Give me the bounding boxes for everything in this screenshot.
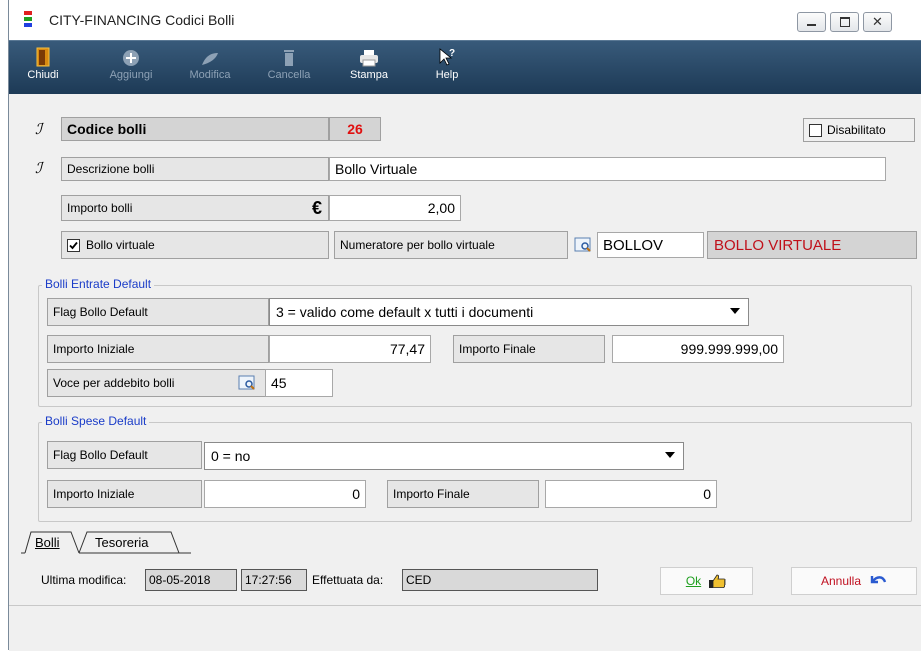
codice-bolli-value: 26 [329,117,381,141]
euro-icon: € [311,197,322,218]
add-icon [123,50,139,66]
maximize-button[interactable] [830,12,859,32]
chevron-down-icon[interactable] [730,308,740,314]
numeratore-label: Numeratore per bollo virtuale [334,231,568,259]
toolbar-aggiungi-label: Aggiungi [109,69,153,81]
effettuata-da-user: CED [402,569,598,591]
tab-tesoreria[interactable]: Tesoreria [95,535,148,550]
toolbar-cancella-button[interactable]: Cancella [263,45,315,81]
spese-flag-value: 0 = no [211,448,251,464]
close-button[interactable]: ✕ [863,12,892,32]
annulla-button[interactable]: Annulla [791,567,917,595]
entrate-importo-finale-input[interactable]: 999.999.999,00 [612,335,784,363]
thumbs-up-icon [709,574,726,588]
bolli-entrate-title: Bolli Entrate Default [42,277,155,291]
disabilitato-checkbox[interactable]: Disabilitato [803,118,915,142]
trash-icon [284,50,294,66]
importo-bolli-label-text: Importo bolli [67,201,133,215]
toolbar: Chiudi Aggiungi Modifica Cancella Stampa… [9,40,921,94]
toolbar-modifica-label: Modifica [189,69,231,81]
spese-importo-finale-label: Importo Finale [387,480,539,508]
toolbar-modifica-button[interactable]: Modifica [185,45,235,81]
spese-flag-select[interactable]: 0 = no [204,442,684,470]
toolbar-help-label: Help [435,69,459,81]
chevron-down-icon[interactable] [665,452,675,458]
importo-bolli-label: Importo bolli € [61,195,329,221]
main-window: CITY-FINANCING Codici Bolli ✕ Chiudi Agg… [8,0,921,651]
bollo-virtuale-check-icon[interactable] [67,238,80,252]
close-icon: ✕ [872,14,883,29]
spese-importo-finale-input[interactable]: 0 [545,480,717,508]
disabilitato-label: Disabilitato [827,123,886,137]
required-pen-icon: ℐ [35,120,43,138]
disabilitato-checkbox-box[interactable] [809,123,822,137]
numeratore-code-input[interactable]: BOLLOV [597,232,704,258]
entrate-flag-label: Flag Bollo Default [47,298,269,326]
maximize-icon [839,17,850,27]
entrate-voce-input[interactable]: 45 [265,369,333,397]
toolbar-chiudi-label: Chiudi [27,69,59,81]
bollo-virtuale-checkbox[interactable]: Bollo virtuale [61,231,329,259]
toolbar-stampa-button[interactable]: Stampa [345,45,393,81]
spese-flag-label: Flag Bollo Default [47,441,202,469]
spese-importo-iniziale-input[interactable]: 0 [204,480,366,508]
spese-importo-iniziale-label: Importo Iniziale [47,480,202,508]
entrate-voce-lookup-button[interactable] [235,372,259,394]
ultima-modifica-label: Ultima modifica: [41,573,127,587]
codice-bolli-label: Codice bolli [61,117,329,141]
ultima-modifica-time: 17:27:56 [241,569,307,591]
help-cursor-icon: ? [439,48,455,66]
bollo-virtuale-label: Bollo virtuale [86,238,155,252]
ultima-modifica-date: 08-05-2018 [145,569,237,591]
numeratore-description: BOLLO VIRTUALE [707,231,917,259]
title-bar: CITY-FINANCING Codici Bolli ✕ [9,0,921,40]
descrizione-bolli-input[interactable]: Bollo Virtuale [329,157,886,181]
toolbar-stampa-label: Stampa [350,69,388,81]
toolbar-chiudi-button[interactable]: Chiudi [23,45,63,81]
entrate-importo-iniziale-label: Importo Iniziale [47,335,269,363]
entrate-importo-finale-label: Importo Finale [453,335,605,363]
printer-icon [360,50,378,67]
ok-button[interactable]: Ok [660,567,753,595]
toolbar-help-button[interactable]: ? Help [429,45,465,81]
numeratore-lookup-button[interactable] [571,234,595,256]
effettuata-da-label: Effettuata da: [312,573,384,587]
window-title: CITY-FINANCING Codici Bolli [49,12,235,28]
svg-text:?: ? [449,48,455,59]
lookup-search-icon [574,237,591,252]
edit-icon [202,53,218,65]
bolli-spese-title: Bolli Spese Default [42,414,150,428]
lookup-search-icon [238,375,255,390]
toolbar-aggiungi-button[interactable]: Aggiungi [105,45,157,81]
minimize-button[interactable] [797,12,826,32]
toolbar-cancella-label: Cancella [267,69,311,81]
required-pen-icon: ℐ [35,159,43,177]
app-icon [24,11,32,29]
importo-bolli-input[interactable]: 2,00 [329,195,461,221]
minimize-icon [807,24,816,26]
entrate-importo-iniziale-input[interactable]: 77,47 [269,335,431,363]
entrate-flag-select[interactable]: 3 = valido come default x tutti i docume… [269,298,749,326]
annulla-button-label: Annulla [820,574,862,588]
exit-door-icon [36,47,50,67]
tab-bolli[interactable]: Bolli [35,535,60,550]
descrizione-bolli-label: Descrizione bolli [61,157,329,181]
ok-button-label: Ok [685,574,702,588]
undo-arrow-icon [870,576,887,584]
bottom-status-bar [9,605,921,651]
entrate-flag-value: 3 = valido come default x tutti i docume… [276,304,534,320]
